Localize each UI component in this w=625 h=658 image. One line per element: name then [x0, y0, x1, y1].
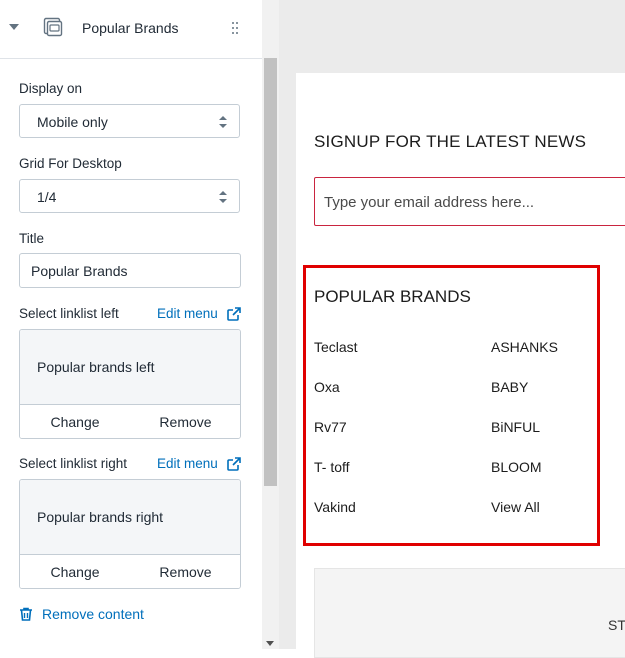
- edit-menu-left-link[interactable]: Edit menu: [157, 306, 218, 321]
- next-section-text: ST: [608, 617, 625, 633]
- display-on-select[interactable]: Mobile only: [19, 104, 240, 138]
- linklist-left-label: Select linklist left: [19, 306, 119, 321]
- edit-menu-right-link[interactable]: Edit menu: [157, 456, 218, 471]
- theme-editor-sidebar: Popular Brands Display on Mobile only Gr…: [0, 0, 262, 649]
- brand-link[interactable]: BABY: [491, 379, 528, 395]
- brand-link[interactable]: Teclast: [314, 339, 358, 355]
- title-label: Title: [19, 231, 45, 246]
- section-title: Popular Brands: [82, 20, 179, 36]
- grid-desktop-value: 1/4: [37, 189, 57, 205]
- brand-link[interactable]: BLOOM: [491, 459, 542, 475]
- title-input[interactable]: Popular Brands: [19, 253, 241, 288]
- brand-link[interactable]: BiNFUL: [491, 419, 540, 435]
- linklist-left-box: Popular brands left Change Remove: [19, 329, 241, 439]
- drag-handle-icon[interactable]: [232, 22, 240, 34]
- linklist-left-name: Popular brands left: [37, 359, 155, 375]
- sidebar-scrollbar[interactable]: [262, 0, 279, 649]
- display-on-value: Mobile only: [37, 114, 108, 130]
- grid-desktop-label: Grid For Desktop: [19, 156, 122, 171]
- brand-link[interactable]: ASHANKS: [491, 339, 558, 355]
- next-section-card: ST: [314, 568, 625, 658]
- remove-content-label: Remove content: [42, 606, 144, 622]
- preview-page: SIGNUP FOR THE LATEST NEWS Type your ema…: [296, 73, 625, 658]
- select-arrows-icon: [219, 191, 227, 203]
- brand-link[interactable]: Rv77: [314, 419, 347, 435]
- email-placeholder: Type your email address here...: [324, 194, 535, 211]
- external-link-icon[interactable]: [227, 457, 241, 471]
- scrollbar-thumb[interactable]: [264, 58, 277, 486]
- collapse-caret-icon[interactable]: [9, 24, 19, 30]
- linklist-right-box: Popular brands right Change Remove: [19, 479, 241, 589]
- linklist-right-name: Popular brands right: [37, 509, 164, 525]
- view-all-link[interactable]: View All: [491, 499, 540, 515]
- linklist-right-name-area: Popular brands right: [20, 480, 240, 555]
- select-arrows-icon: [219, 116, 227, 128]
- title-input-value: Popular Brands: [31, 263, 128, 279]
- trash-icon: [20, 607, 32, 621]
- section-icon: [43, 17, 63, 37]
- change-left-button[interactable]: Change: [20, 405, 131, 438]
- brands-title: POPULAR BRANDS: [314, 287, 471, 306]
- linklist-left-name-area: Popular brands left: [20, 330, 240, 405]
- storefront-preview: SIGNUP FOR THE LATEST NEWS Type your ema…: [279, 0, 625, 658]
- change-right-button[interactable]: Change: [20, 555, 131, 588]
- scroll-down-arrow-icon[interactable]: [266, 641, 274, 646]
- remove-right-button[interactable]: Remove: [130, 555, 240, 588]
- email-input[interactable]: Type your email address here...: [314, 177, 625, 226]
- display-on-label: Display on: [19, 81, 83, 96]
- grid-desktop-select[interactable]: 1/4: [19, 179, 240, 213]
- brand-link[interactable]: Oxa: [314, 379, 340, 395]
- external-link-icon[interactable]: [227, 307, 241, 321]
- remove-left-button[interactable]: Remove: [130, 405, 240, 438]
- brand-link[interactable]: T- toff: [314, 459, 350, 475]
- linklist-right-label: Select linklist right: [19, 456, 128, 471]
- signup-title: SIGNUP FOR THE LATEST NEWS: [314, 132, 587, 151]
- section-header[interactable]: Popular Brands: [0, 0, 262, 59]
- brand-link[interactable]: Vakind: [314, 499, 356, 515]
